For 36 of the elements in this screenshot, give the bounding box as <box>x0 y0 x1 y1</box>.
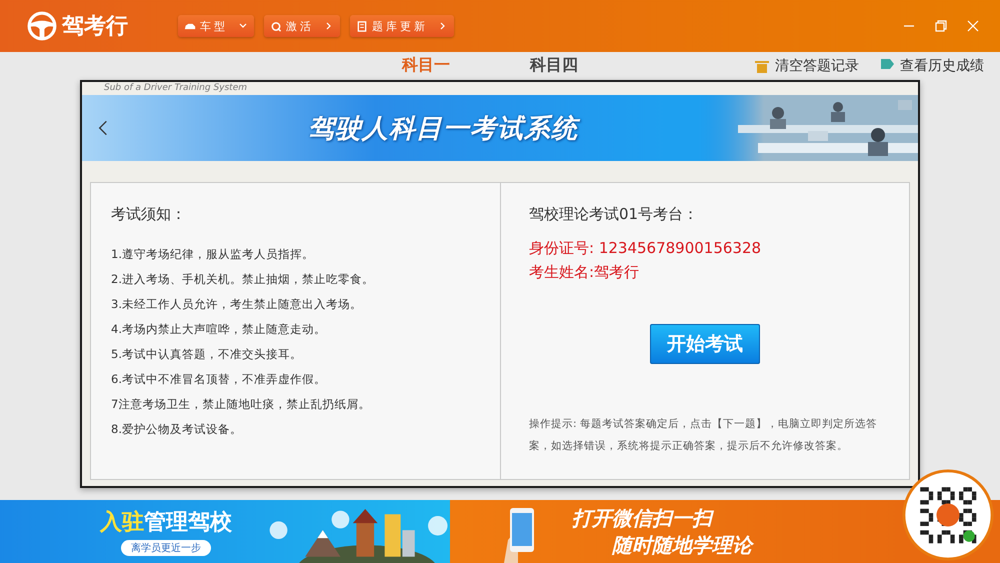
app-logo-text: 驾考行 <box>62 13 128 41</box>
rules-title: 考试须知： <box>111 205 187 224</box>
system-title: 驾驶人科目一考试系统 <box>308 110 578 146</box>
steering-wheel-icon <box>26 10 58 42</box>
rule-text: 3.未经工作人员允许，考生禁止随意出入考场。 <box>111 296 363 313</box>
trash-icon <box>754 58 770 74</box>
rule-text: 6.考试中不准冒名顶替，不准弄虚作假。 <box>111 371 327 388</box>
action-link[interactable]: 清空答题记录 <box>754 57 859 75</box>
search-icon <box>270 20 282 32</box>
toolbar-button[interactable]: 激活 <box>264 15 340 37</box>
ad-title: 入驻管理驾校 <box>100 509 232 537</box>
subject-tab[interactable]: 科目一 <box>402 55 450 76</box>
rule-text: 4.考场内禁止大声喧哗，禁止随意走动。 <box>111 321 327 338</box>
operation-hint: 操作提示: 每题考试答案确定后，点击【下一题】，电脑立即判定所选答案，如选择错误，系统将提示正确答案，提示后不允许修改答案。 <box>529 417 878 454</box>
close-icon[interactable] <box>966 19 980 33</box>
toolbar-button[interactable]: 车型 <box>178 15 254 37</box>
ad-title: 打开微信扫一扫 <box>572 504 715 532</box>
ad-subtitle: 随时随地学理论 <box>612 532 752 558</box>
start-exam-button[interactable]: 开始考试 <box>650 324 760 364</box>
document-icon <box>356 20 368 32</box>
rule-text: 7注意考场卫生，禁止随地吐痰，禁止乱扔纸屑。 <box>111 396 372 413</box>
restore-icon[interactable] <box>934 19 948 33</box>
rule-text: 8.爱护公物及考试设备。 <box>111 421 243 438</box>
subject-tab[interactable]: 科目四 <box>530 55 578 76</box>
toolbar-button[interactable]: 题库更新 <box>350 15 454 37</box>
rule-text: 2.进入考场、手机关机。禁止抽烟，禁止吃零食。 <box>111 271 375 288</box>
candidate-name-text: 考生姓名:驾考行 <box>529 262 640 283</box>
station-label: 驾校理论考试01号考台： <box>529 205 700 224</box>
system-subtitle: Sub of a Driver Training System <box>103 82 248 95</box>
rule-text: 5.考试中认真答题，不准交头接耳。 <box>111 346 303 363</box>
id-number-text: 身份证号: 12345678900156328 <box>529 238 762 259</box>
action-link[interactable]: 查看历史成绩 <box>879 57 984 75</box>
qr-code-icon[interactable] <box>902 469 994 561</box>
rule-text: 1.遵守考场纪律，服从监考人员指挥。 <box>111 246 315 263</box>
back-icon[interactable] <box>98 119 108 137</box>
ad-subtitle: 离学员更近一步 <box>121 540 211 556</box>
